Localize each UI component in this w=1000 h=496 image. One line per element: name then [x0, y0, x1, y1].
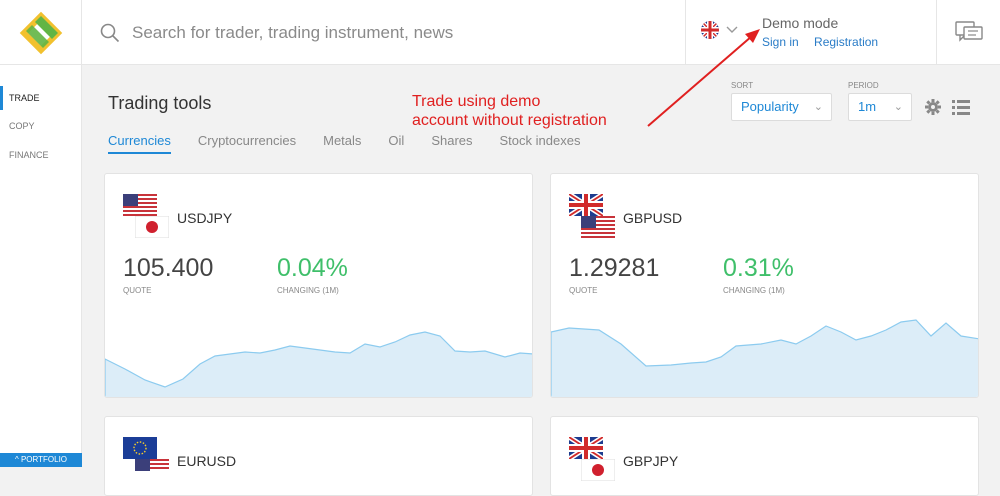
- change-label: CHANGING (1M): [277, 286, 339, 295]
- logo-icon: [19, 11, 62, 54]
- uk-flag-icon: [701, 21, 719, 39]
- chevron-down-icon: ⌄: [813, 101, 823, 113]
- search-icon: [100, 23, 120, 42]
- search-input[interactable]: [132, 22, 632, 43]
- sidebar: TRADE COPY FINANCE ^ PORTFOLIO: [0, 65, 82, 467]
- change-value: 0.04%: [277, 254, 348, 282]
- quote-value: 105.400: [123, 254, 214, 282]
- tab-stock-indexes[interactable]: Stock indexes: [500, 133, 581, 154]
- us-flag-icon: [581, 216, 615, 238]
- jp-flag-icon: [581, 459, 615, 481]
- settings-gear-icon[interactable]: [924, 98, 942, 116]
- instrument-card-usdjpy[interactable]: USDJPY 105.400 QUOTE 0.04% CHANGING (1M): [104, 173, 533, 398]
- instrument-card-eurusd[interactable]: EURUSD: [104, 416, 533, 496]
- sort-select[interactable]: Popularity ⌄: [731, 93, 832, 121]
- chat-icon: [954, 20, 983, 42]
- change-label: CHANGING (1M): [723, 286, 785, 295]
- period-select[interactable]: 1m ⌄: [848, 93, 912, 121]
- eu-flag-icon: [123, 437, 157, 459]
- portfolio-button[interactable]: ^ PORTFOLIO: [0, 453, 82, 467]
- search-bar[interactable]: [82, 0, 686, 65]
- sidebar-item-copy[interactable]: COPY: [0, 114, 82, 138]
- chevron-down-icon: ⌄: [893, 101, 903, 113]
- sort-value: Popularity: [741, 99, 799, 114]
- quote-label: QUOTE: [123, 286, 152, 295]
- tab-cryptocurrencies[interactable]: Cryptocurrencies: [198, 133, 296, 154]
- annotation-line-2: account without registration: [412, 112, 607, 129]
- instrument-card-gbpjpy[interactable]: GBPJPY: [550, 416, 979, 496]
- sign-in-link[interactable]: Sign in: [762, 35, 799, 49]
- instrument-tabs: Currencies Cryptocurrencies Metals Oil S…: [108, 133, 580, 154]
- us-flag-icon: [135, 459, 169, 481]
- tab-shares[interactable]: Shares: [431, 133, 472, 154]
- registration-link[interactable]: Registration: [814, 35, 878, 49]
- instrument-name: USDJPY: [177, 210, 233, 226]
- sidebar-item-finance[interactable]: FINANCE: [0, 143, 82, 167]
- list-view-icon[interactable]: [952, 99, 970, 115]
- top-bar: Demo mode Sign in Registration: [0, 0, 1000, 65]
- annotation-line-1: Trade using demo: [412, 93, 541, 110]
- period-value: 1m: [858, 99, 877, 114]
- sparkline-chart: [105, 331, 532, 397]
- annotation-text: Trade using demo account without registr…: [412, 92, 607, 130]
- change-value: 0.31%: [723, 254, 794, 282]
- sparkline-chart: [551, 319, 978, 397]
- period-label: PERIOD: [848, 81, 879, 90]
- uk-flag-icon: [569, 437, 603, 459]
- instrument-card-gbpusd[interactable]: GBPUSD 1.29281 QUOTE 0.31% CHANGING (1M): [550, 173, 979, 398]
- tab-oil[interactable]: Oil: [388, 133, 404, 154]
- jp-flag-icon: [135, 216, 169, 238]
- tab-metals[interactable]: Metals: [323, 133, 361, 154]
- sidebar-item-trade[interactable]: TRADE: [0, 86, 82, 110]
- sort-label: SORT: [731, 81, 754, 90]
- chevron-down-icon: [726, 26, 738, 33]
- demo-mode-panel: Demo mode Sign in Registration: [762, 15, 890, 49]
- quote-label: QUOTE: [569, 286, 598, 295]
- demo-mode-title: Demo mode: [762, 15, 839, 31]
- us-flag-icon: [123, 194, 157, 216]
- logo[interactable]: [0, 0, 82, 65]
- tab-currencies[interactable]: Currencies: [108, 133, 171, 154]
- page-title: Trading tools: [108, 93, 212, 113]
- quote-value: 1.29281: [569, 254, 660, 282]
- language-selector[interactable]: [700, 20, 738, 40]
- chat-button[interactable]: [936, 0, 1000, 65]
- uk-flag-icon: [569, 194, 603, 216]
- instrument-name: GBPUSD: [623, 210, 683, 226]
